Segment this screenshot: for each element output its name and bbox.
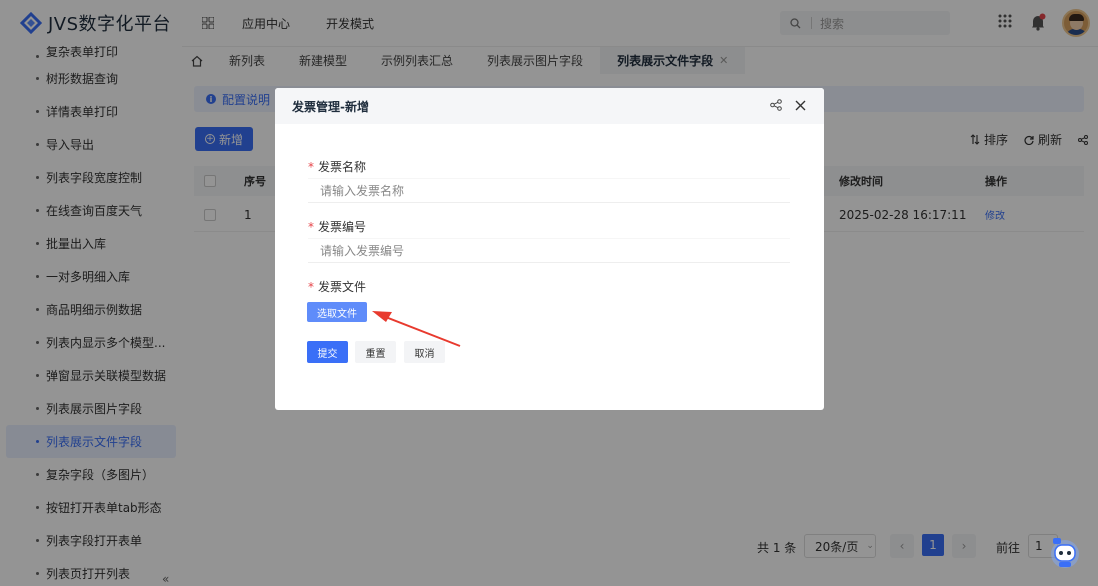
invoice-name-input[interactable]: 请输入发票名称: [308, 178, 790, 203]
invoice-number-label: * 发票编号: [308, 220, 367, 234]
modal-title: 发票管理-新增: [292, 99, 369, 114]
reset-button[interactable]: 重置: [355, 341, 396, 363]
invoice-modal: 发票管理-新增 * 发票名称 请输入发票名称 * 发票编号 请输入发票编号 * 发票文…: [275, 88, 824, 410]
cancel-button[interactable]: 取消: [404, 341, 445, 363]
invoice-name-label: * 发票名称: [308, 160, 367, 174]
submit-button[interactable]: 提交: [307, 341, 348, 363]
share-icon[interactable]: [770, 99, 782, 114]
invoice-file-label: * 发票文件: [308, 280, 367, 294]
pick-file-button[interactable]: 选取文件: [307, 302, 367, 322]
close-icon[interactable]: [795, 100, 806, 114]
assistant-bot-icon[interactable]: [1047, 535, 1083, 571]
modal-header: 发票管理-新增: [275, 88, 824, 124]
invoice-number-input[interactable]: 请输入发票编号: [308, 238, 790, 263]
